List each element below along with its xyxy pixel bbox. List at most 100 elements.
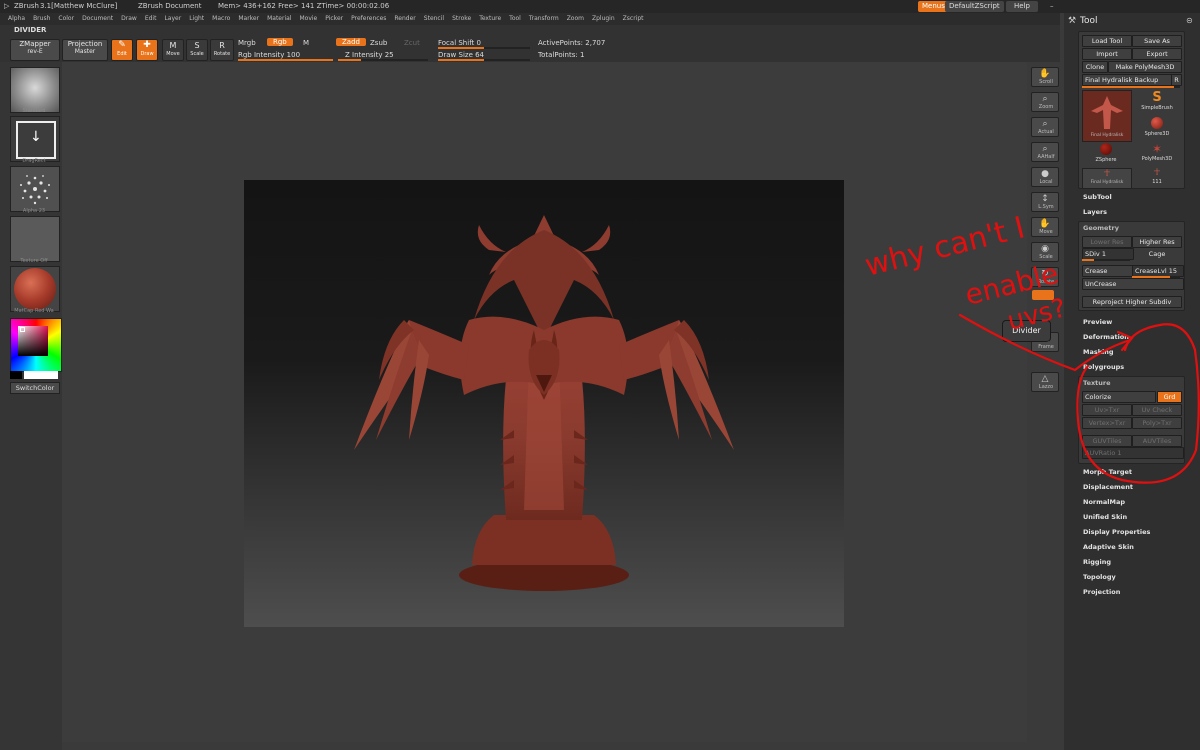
hydralisk-model[interactable] — [244, 180, 844, 627]
r-button[interactable]: R — [1171, 74, 1182, 86]
projection-section[interactable]: Projection — [1083, 588, 1120, 596]
alpha-thumbnail[interactable] — [10, 166, 60, 212]
primary-color-swatch[interactable] — [24, 371, 58, 379]
material-label: MatCap Red Wa — [14, 308, 54, 314]
color-wheel[interactable] — [10, 318, 62, 372]
menu-draw[interactable]: Draw — [121, 15, 137, 22]
adaptive-skin-section[interactable]: Adaptive Skin — [1083, 543, 1134, 551]
help-button[interactable]: Help — [1006, 1, 1038, 12]
menu-layer[interactable]: Layer — [164, 15, 181, 22]
menu-transform[interactable]: Transform — [529, 15, 559, 22]
tool-thumb-polymesh3d[interactable]: ✶ PolyMesh3D — [1134, 142, 1180, 166]
rotate-button[interactable]: R Rotate — [210, 39, 234, 61]
menu-zplugin[interactable]: Zplugin — [592, 15, 615, 22]
display-properties-section[interactable]: Display Properties — [1083, 528, 1150, 536]
tool-slider[interactable] — [1082, 86, 1180, 88]
default-zscript-button[interactable]: DefaultZScript — [945, 1, 1004, 12]
document-canvas[interactable] — [244, 180, 844, 627]
menu-brush[interactable]: Brush — [33, 15, 50, 22]
draw-size-slider[interactable] — [438, 59, 530, 61]
topology-section[interactable]: Topology — [1083, 573, 1116, 581]
menu-marker[interactable]: Marker — [238, 15, 259, 22]
shelf-actual-button[interactable]: ⌕ Actual — [1031, 117, 1059, 137]
tool-thumb-sphere3d[interactable]: Sphere3D — [1134, 116, 1180, 140]
m-button[interactable]: M — [303, 39, 309, 47]
menu-stencil[interactable]: Stencil — [424, 15, 444, 22]
tool-thumb-label: PolyMesh3D — [1141, 156, 1173, 162]
hydralisk-thumb-icon — [1091, 96, 1123, 129]
stroke-thumbnail[interactable]: ↓ — [10, 116, 60, 162]
rgb-button[interactable]: Rgb — [267, 38, 293, 46]
menu-stroke[interactable]: Stroke — [452, 15, 471, 22]
zadd-button[interactable]: Zadd — [336, 38, 366, 46]
edit-button[interactable]: ✎ Edit — [111, 39, 133, 61]
focal-shift-slider[interactable] — [438, 47, 530, 49]
zsub-button[interactable]: Zsub — [370, 39, 387, 47]
rgb-intensity-label: Rgb Intensity 100 — [238, 51, 301, 59]
move-button[interactable]: M Move — [162, 39, 184, 61]
draw-button[interactable]: ✚ Draw — [136, 39, 158, 61]
menu-document[interactable]: Document — [82, 15, 113, 22]
tool-panel: Load Tool Save As Import Export Clone Ma… — [1078, 31, 1185, 189]
tool-thumb-simplebrush[interactable]: S SimpleBrush — [1134, 90, 1180, 114]
tool-thumb-label: ZSphere — [1095, 157, 1117, 163]
minimize-icon[interactable]: – — [1046, 1, 1058, 12]
zcut-button[interactable]: Zcut — [404, 39, 420, 47]
draw-icon: ✚ — [143, 40, 151, 50]
menu-alpha[interactable]: Alpha — [8, 15, 25, 22]
menu-render[interactable]: Render — [394, 15, 415, 22]
brush-thumbnail[interactable] — [10, 67, 60, 113]
palette-close-icon[interactable]: ⊝ — [1186, 16, 1193, 25]
clone-button[interactable]: Clone — [1082, 61, 1108, 73]
top-toolbar: DIVIDER ZMapper rev-E Projection Master … — [0, 25, 1060, 63]
secondary-color-swatch[interactable] — [10, 371, 22, 379]
scale-button[interactable]: S Scale — [186, 39, 208, 61]
polymesh3d-star-icon: ✶ — [1151, 142, 1163, 156]
tool-thumb-zsphere[interactable]: ZSphere — [1082, 142, 1130, 166]
divider-label: DIVIDER — [14, 26, 47, 34]
texture-thumbnail[interactable] — [10, 216, 60, 262]
import-button[interactable]: Import — [1082, 48, 1132, 60]
shelf-zoom-button[interactable]: ⌕ Zoom — [1031, 92, 1059, 112]
menu-material[interactable]: Material — [267, 15, 291, 22]
menu-zoom[interactable]: Zoom — [567, 15, 584, 22]
zmapper-button[interactable]: ZMapper rev-E — [10, 39, 60, 61]
rgb-intensity-slider[interactable] — [238, 59, 333, 61]
move-icon: M — [169, 41, 177, 50]
menu-zscript[interactable]: Zscript — [623, 15, 644, 22]
load-tool-button[interactable]: Load Tool — [1082, 35, 1132, 47]
alpha-label: Alpha 23 — [22, 208, 46, 214]
switch-color-button[interactable]: SwitchColor — [10, 382, 60, 394]
shelf-aahalf-button[interactable]: ⌕ AAHalf — [1031, 142, 1059, 162]
current-tool-name[interactable]: Final Hydralisk Backup — [1082, 74, 1172, 86]
brush-label: Standard — [22, 108, 46, 114]
matcap-sphere-icon — [14, 268, 56, 310]
z-intensity-slider[interactable] — [338, 59, 428, 61]
zbrush-logo-icon: ▷ — [4, 2, 10, 10]
make-polymesh3d-button[interactable]: Make PolyMesh3D — [1108, 61, 1182, 73]
menu-preferences[interactable]: Preferences — [351, 15, 386, 22]
tool-thumb-hydralisk[interactable]: Final Hydralisk — [1082, 90, 1132, 142]
menu-color[interactable]: Color — [58, 15, 74, 22]
menu-macro[interactable]: Macro — [212, 15, 230, 22]
hydralisk-small-icon: ☥ — [1103, 169, 1111, 179]
export-button[interactable]: Export — [1132, 48, 1182, 60]
tool-thumb-label: SimpleBrush — [1141, 105, 1173, 111]
projection-master-button[interactable]: Projection Master — [62, 39, 108, 61]
menu-light[interactable]: Light — [189, 15, 204, 22]
menu-tool[interactable]: Tool — [509, 15, 521, 22]
tool-thumb-label: Final Hydralisk — [1090, 133, 1124, 138]
left-shelf: Standard ↓ DragRect Alpha 23 Texture Off… — [0, 62, 62, 750]
menu-picker[interactable]: Picker — [325, 15, 343, 22]
menu-texture[interactable]: Texture — [479, 15, 501, 22]
rigging-section[interactable]: Rigging — [1083, 558, 1111, 566]
mrgb-button[interactable]: Mrgb — [238, 39, 256, 47]
shelf-scroll-button[interactable]: ✋ Scroll — [1031, 67, 1059, 87]
save-as-button[interactable]: Save As — [1132, 35, 1182, 47]
tool-thumb-label: Sphere3D — [1144, 131, 1170, 137]
menu-movie[interactable]: Movie — [299, 15, 317, 22]
menu-edit[interactable]: Edit — [145, 15, 157, 22]
scale-icon: S — [194, 41, 200, 50]
material-thumbnail[interactable] — [10, 266, 60, 312]
unified-skin-section[interactable]: Unified Skin — [1083, 513, 1127, 521]
